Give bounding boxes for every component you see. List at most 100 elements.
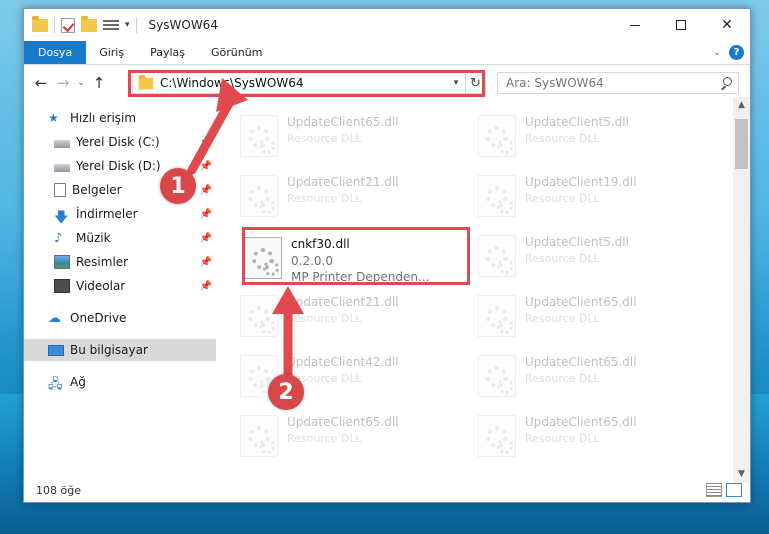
file-item[interactable]: UpdateClient65.dll Resource DLL [240,111,470,163]
navigation-pane: ★ Hızlı erişim Yerel Disk (C:) 📌 Yerel D… [24,107,216,477]
file-item[interactable]: UpdateClient19.dll Resource DLL [478,171,708,223]
pin-icon[interactable]: 📌 [200,281,212,292]
file-description: Resource DLL [525,312,600,325]
recent-locations-button[interactable]: ⌄ [74,78,88,88]
close-icon: ✕ [721,17,733,33]
pin-icon[interactable]: 📌 [200,137,212,148]
sidebar-item-label: Yerel Disk (D:) [76,159,161,173]
pin-icon[interactable]: 📌 [200,185,212,196]
ribbon-tabs: Dosya Giriş Paylaş Görünüm ⌄ ? [24,41,750,65]
sidebar-item-label: Resimler [76,255,129,269]
qat-dropdown-icon[interactable]: ▾ [125,20,130,30]
file-item[interactable]: UpdateClient65.dll Resource DLL [478,411,708,463]
dll-file-icon [478,175,516,217]
sidebar-item-videos[interactable]: Videolar 📌 [24,275,216,297]
file-name: UpdateClient65.dll [287,115,399,129]
file-item[interactable]: UpdateClient21.dll Resource DLL [240,291,470,343]
file-item[interactable]: UpdateClient65.dll Resource DLL [478,351,708,403]
documents-icon [54,183,66,197]
pin-icon[interactable]: 📌 [200,209,212,220]
pin-icon[interactable]: 📌 [200,257,212,268]
sidebar-item-label: Bu bilgisayar [70,343,148,357]
address-bar[interactable]: C:\Windows\SysWOW64 ▾ ↻ [132,72,486,94]
tab-file[interactable]: Dosya [24,41,87,64]
vertical-scrollbar[interactable]: ▲ ▼ [733,97,750,483]
minimize-button[interactable] [612,9,658,41]
file-description: Resource DLL [525,432,600,445]
sidebar-item-music[interactable]: ♪ Müzik 📌 [24,227,216,249]
up-button[interactable]: ↑ [88,74,110,92]
file-item[interactable]: UpdateClient5.dll Resource DLL [478,111,708,163]
file-item[interactable]: UpdateClient65.dll Resource DLL [478,291,708,343]
dll-file-icon [478,115,516,157]
expand-ribbon-icon[interactable]: ⌄ [713,47,721,58]
forward-button[interactable]: → [52,74,74,92]
search-icon[interactable] [720,77,732,89]
address-path[interactable]: C:\Windows\SysWOW64 [160,76,304,90]
drive-icon [54,163,70,172]
quick-access-toolbar: ▾ [32,15,137,33]
details-view-icon[interactable] [706,483,722,497]
step-badge-2: 2 [268,374,304,410]
file-name: UpdateClient21.dll [287,295,399,309]
search-box[interactable]: Ara: SysWOW64 [497,72,739,94]
properties-check-icon[interactable] [61,17,75,33]
tab-home[interactable]: Giriş [86,41,137,64]
sidebar-item-pictures[interactable]: Resimler 📌 [24,251,216,273]
sidebar-item-onedrive[interactable]: ☁ OneDrive [24,307,216,329]
pin-icon[interactable]: 📌 [200,233,212,244]
file-name: UpdateClient5.dll [525,235,629,249]
sidebar-item-this-pc[interactable]: Bu bilgisayar [24,339,216,361]
dll-file-icon [478,235,516,277]
close-button[interactable]: ✕ [704,9,750,41]
scroll-thumb[interactable] [735,119,748,169]
file-description: Resource DLL [287,192,362,205]
back-button[interactable]: ← [30,74,52,92]
customize-toolbar-icon[interactable] [103,18,119,32]
videos-icon [54,279,70,293]
navigation-bar: ← → ⌄ ↑ C:\Windows\SysWOW64 ▾ ↻ Ara: Sys… [24,69,750,97]
file-item[interactable]: UpdateClient5.dll Resource DLL [478,231,708,283]
window-controls: ✕ [612,9,750,41]
file-description: Resource DLL [525,132,600,145]
file-description: MP Printer Dependen... [291,270,430,284]
help-icon[interactable]: ? [729,45,744,60]
music-icon: ♪ [54,231,63,246]
file-list: UpdateClient65.dll Resource DLL UpdateCli… [240,103,730,479]
tiles-view-icon[interactable] [726,483,742,497]
sidebar-item-network[interactable]: 🖧 Ağ [24,371,216,393]
file-name: UpdateClient65.dll [287,415,399,429]
new-folder-icon[interactable] [81,15,97,32]
scroll-up-icon[interactable]: ▲ [733,97,750,114]
sidebar-item-label: Yerel Disk (C:) [76,135,160,149]
tab-view[interactable]: Görünüm [198,41,275,64]
file-name: cnkf30.dll [291,237,350,251]
tab-share[interactable]: Paylaş [137,41,198,64]
sidebar-item-label: Hızlı erişim [70,111,137,125]
search-input[interactable]: Ara: SysWOW64 [506,76,604,90]
file-item[interactable]: UpdateClient21.dll Resource DLL [240,171,470,223]
address-dropdown-icon[interactable]: ▾ [447,78,465,88]
sidebar-item-downloads[interactable]: 🡇 İndirmeler 📌 [24,203,216,226]
file-item-cnkf30[interactable]: cnkf30.dll 0.2.0.0 MP Printer Dependen..… [244,233,474,285]
file-description: Resource DLL [287,312,362,325]
folder-icon [32,15,48,32]
pc-icon [48,344,64,356]
sidebar-item-local-disk-c[interactable]: Yerel Disk (C:) 📌 [24,131,216,153]
address-folder-icon [138,74,154,89]
toolbar-separator [54,17,55,33]
pin-icon[interactable]: 📌 [200,161,212,172]
file-description: Resource DLL [287,432,362,445]
refresh-icon[interactable]: ↻ [465,73,485,93]
file-description: Resource DLL [287,132,362,145]
dll-file-icon [240,175,278,217]
file-explorer-window: ▾ SysWOW64 ✕ Dosya Giriş Paylaş Görünüm … [23,8,751,503]
sidebar-item-label: OneDrive [70,311,127,325]
sidebar-item-label: Ağ [70,375,86,389]
file-item[interactable]: UpdateClient65.dll Resource DLL [240,411,470,463]
file-description: Resource DLL [525,252,600,265]
file-name: UpdateClient65.dll [525,415,637,429]
sidebar-item-quick-access[interactable]: ★ Hızlı erişim [24,107,216,129]
file-name: UpdateClient19.dll [525,175,637,189]
maximize-button[interactable] [658,9,704,41]
